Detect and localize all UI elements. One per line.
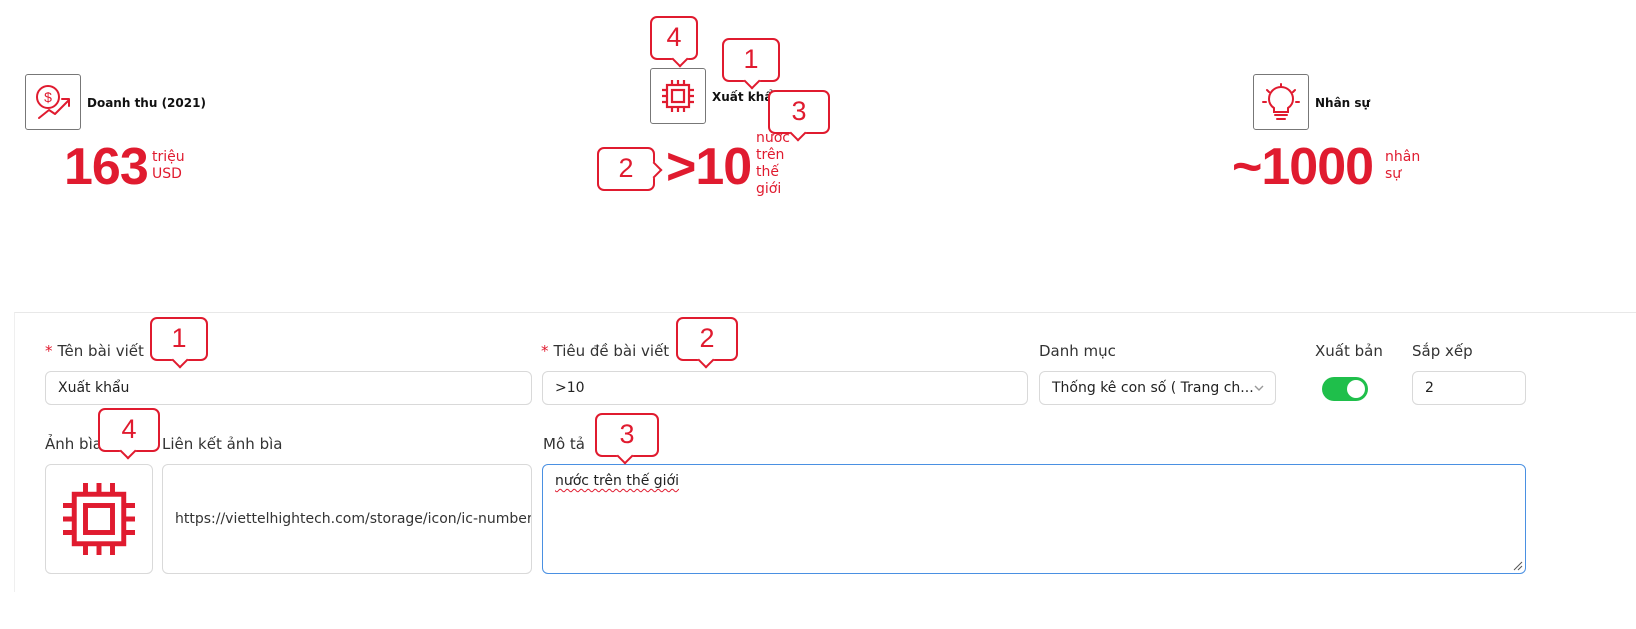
stat-unit: triệu USD: [152, 149, 185, 182]
chip-icon: [63, 483, 135, 555]
publish-toggle[interactable]: [1322, 377, 1368, 401]
category-label: Danh mục: [1039, 342, 1116, 360]
stat-label: Nhân sự: [1315, 96, 1371, 110]
lightbulb-icon: [1262, 83, 1300, 120]
sort-input[interactable]: 2: [1412, 371, 1526, 405]
post-title-input[interactable]: >10: [542, 371, 1028, 405]
description-label: Mô tả: [543, 435, 585, 453]
cover-link-input[interactable]: https://viettelhightech.com/storage/icon…: [162, 464, 532, 574]
toggle-knob: [1347, 380, 1365, 398]
callout-3-form: 3: [595, 413, 659, 457]
svg-text:$: $: [44, 89, 52, 105]
resize-handle-icon[interactable]: [1513, 561, 1523, 571]
cover-label: Ảnh bìa: [45, 435, 102, 453]
stat-label: Doanh thu (2021): [87, 96, 206, 110]
money-growth-icon: $: [36, 85, 70, 119]
revenue-icon-box: $: [25, 74, 81, 130]
stat-number: >10: [666, 138, 752, 196]
callout-2-form: 2: [676, 317, 738, 361]
chevron-down-icon: [1254, 385, 1264, 391]
callout-3-preview: 3: [768, 90, 830, 134]
callout-4-form: 4: [98, 408, 160, 452]
cover-image-upload[interactable]: [45, 464, 153, 574]
stat-number: ~1000: [1232, 138, 1374, 196]
sort-label: Sắp xếp: [1412, 342, 1473, 360]
export-icon-box: [650, 68, 706, 124]
staff-icon-box: [1253, 74, 1309, 130]
stat-unit: nước trên thế giới: [756, 130, 791, 197]
publish-label: Xuất bản: [1315, 342, 1383, 360]
callout-1-preview: 1: [722, 38, 780, 82]
category-select[interactable]: Thống kê con số ( Trang ch...: [1039, 371, 1276, 405]
chip-icon: [662, 80, 694, 112]
category-selected-value: Thống kê con số ( Trang ch...: [1052, 380, 1254, 396]
post-name-input[interactable]: Xuất khẩu: [45, 371, 532, 405]
callout-4-preview: 4: [650, 16, 698, 60]
description-text: nước trên thế giới: [555, 473, 679, 489]
post-title-label: * Tiêu đề bài viết: [541, 342, 670, 360]
cover-link-label: Liên kết ảnh bìa: [162, 435, 283, 453]
stat-number: 163: [64, 138, 149, 196]
stat-unit: nhân sự: [1385, 149, 1421, 182]
callout-1-form: 1: [150, 317, 208, 361]
required-mark: *: [45, 342, 53, 360]
required-mark: *: [541, 342, 549, 360]
callout-2-preview: 2: [597, 147, 655, 191]
post-name-label: * Tên bài viết: [45, 342, 144, 360]
description-textarea[interactable]: nước trên thế giới: [542, 464, 1526, 574]
